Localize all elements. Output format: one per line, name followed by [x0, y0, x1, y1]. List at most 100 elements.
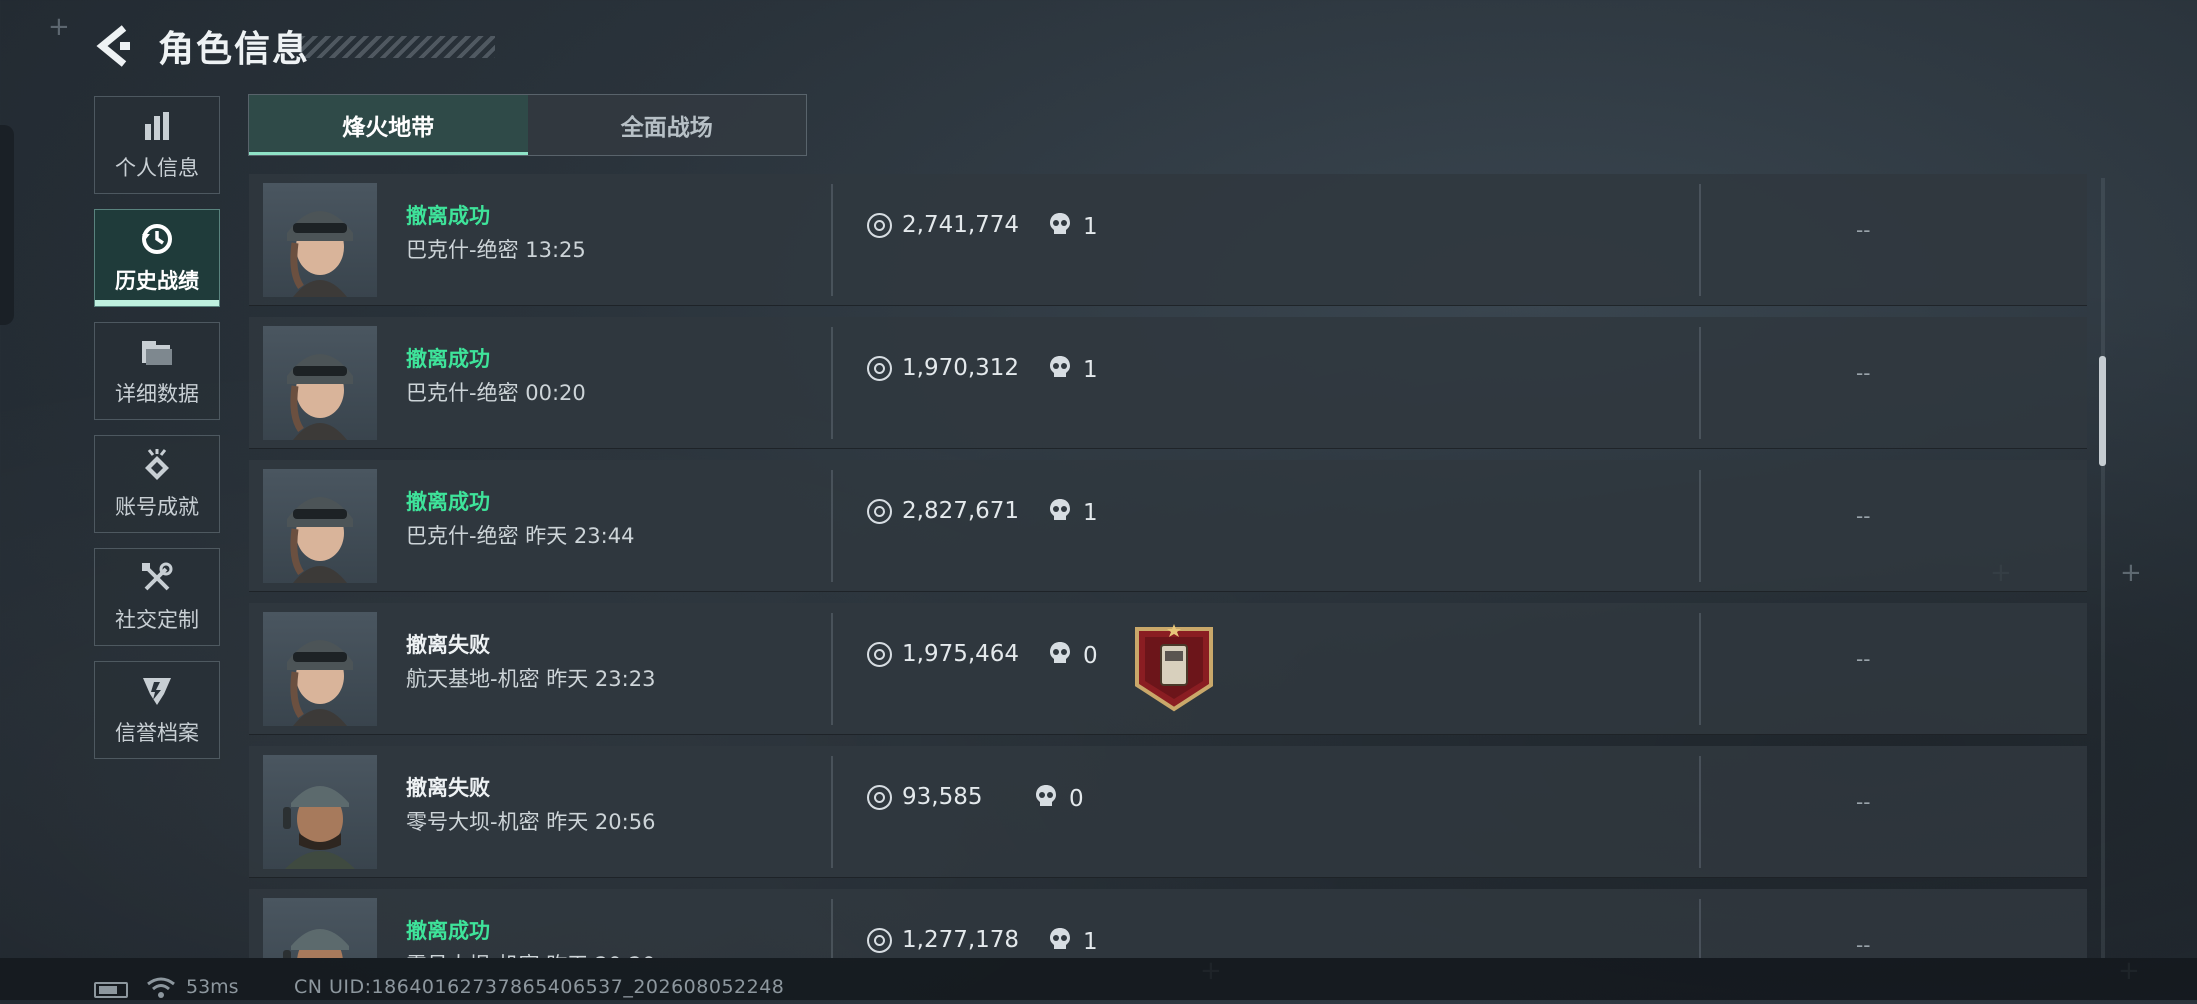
operator-portrait: [263, 183, 377, 297]
sidebar-item-achievements[interactable]: 账号成就: [94, 435, 220, 533]
battery-icon: [94, 982, 128, 998]
skull-icon: [1049, 212, 1071, 242]
sidebar-item-label: 社交定制: [115, 608, 199, 632]
sidebar-item-reputation[interactable]: 信誉档案: [94, 661, 220, 759]
extra-info: --: [1856, 647, 1871, 671]
match-history-list[interactable]: 撤离成功 巴克什-绝密 13:25 2,741,774 1 -- 撤离成功 巴克…: [249, 174, 2087, 958]
back-arrow-icon: [96, 25, 130, 67]
loot-value-text: 2,741,774: [902, 212, 1020, 238]
wrench-screwdriver-icon: [139, 560, 175, 596]
coin-icon: [867, 355, 892, 381]
skull-icon: [1049, 927, 1071, 957]
coin-icon: [867, 498, 892, 524]
coin-icon: [867, 927, 892, 953]
kill-count: 1: [1049, 927, 1098, 957]
loot-value-text: 93,585: [902, 784, 983, 810]
loot-value-text: 2,827,671: [902, 498, 1020, 524]
loot-value-text: 1,975,464: [902, 641, 1020, 667]
female-operator-avatar: [287, 497, 353, 583]
map-and-time: 零号大坝-机密 昨天 20:56: [406, 810, 656, 834]
extraction-status: 撤离成功: [406, 347, 490, 371]
sidebar-item-history[interactable]: 历史战绩: [94, 209, 220, 307]
kill-count-text: 0: [1083, 643, 1098, 669]
crosshair-mark: +: [2120, 558, 2142, 588]
kill-count-text: 1: [1083, 500, 1098, 526]
map-and-time: 巴克什-绝密 13:25: [406, 238, 586, 262]
loot-value: 1,970,312: [867, 355, 1019, 381]
kill-count: 0: [1035, 784, 1084, 814]
extraction-status: 撤离成功: [406, 919, 490, 943]
match-record-row[interactable]: 撤离成功 巴克什-绝密 昨天 23:44 2,827,671 1 --: [249, 460, 2087, 592]
sidebar-item-details[interactable]: 详细数据: [94, 322, 220, 420]
loot-value: 93,585: [867, 784, 982, 810]
coin-icon: [867, 641, 892, 667]
loot-value: 1,277,178: [867, 927, 1019, 953]
column-divider: [1699, 899, 1701, 958]
column-divider: [831, 470, 833, 582]
column-divider: [831, 756, 833, 868]
history-clock-icon: [139, 221, 175, 257]
column-divider: [1699, 327, 1701, 439]
column-divider: [1699, 756, 1701, 868]
tab-all-out-war[interactable]: 全面战场: [528, 95, 807, 155]
match-record-row[interactable]: 撤离成功 巴克什-绝密 13:25 2,741,774 1 --: [249, 174, 2087, 306]
scrollbar-track[interactable]: [2101, 178, 2105, 958]
female-operator-avatar: [287, 354, 353, 440]
kill-count-text: 0: [1069, 786, 1084, 812]
column-divider: [831, 327, 833, 439]
operator-portrait: [263, 326, 377, 440]
crosshair-mark: +: [48, 12, 70, 42]
extra-info: --: [1856, 218, 1871, 242]
extra-info: --: [1856, 933, 1871, 957]
loot-value-text: 1,970,312: [902, 355, 1020, 381]
match-record-row[interactable]: 撤离失败 零号大坝-机密 昨天 20:56 93,585 0 --: [249, 746, 2087, 878]
achievement-icon: [139, 447, 175, 483]
scrollbar-thumb[interactable]: [2099, 356, 2106, 466]
map-and-time: 巴克什-绝密 昨天 23:44: [406, 524, 635, 548]
operator-portrait: [263, 755, 377, 869]
loot-value: 2,827,671: [867, 498, 1019, 524]
map-and-time: 巴克什-绝密 00:20: [406, 381, 586, 405]
tab-conflict-zone[interactable]: 烽火地带: [249, 95, 528, 155]
shield-badge-icon: [139, 673, 175, 709]
sidebar-item-label: 信誉档案: [115, 721, 199, 745]
sidebar-item-label: 账号成就: [115, 495, 199, 519]
female-operator-avatar: [287, 211, 353, 297]
kill-count: 1: [1049, 212, 1098, 242]
extra-info: --: [1856, 790, 1871, 814]
mode-tabs: 烽火地带 全面战场: [248, 94, 807, 156]
red-medal-badge-icon[interactable]: [1129, 623, 1219, 713]
kill-count: 1: [1049, 355, 1098, 385]
skull-icon: [1035, 784, 1057, 814]
title-decoration: [300, 36, 495, 58]
user-uid: CN UID:18640162737865406537_202608052248: [294, 976, 785, 998]
coin-icon: [867, 212, 892, 238]
ping-latency: 53ms: [186, 976, 239, 998]
column-divider: [1699, 470, 1701, 582]
map-and-time: 零号大坝-机密 昨天 20:20: [406, 949, 655, 958]
kill-count: 0: [1049, 641, 1098, 671]
folder-icon: [139, 334, 175, 370]
extraction-status: 撤离失败: [406, 633, 490, 657]
sidebar-item-label: 个人信息: [115, 156, 199, 180]
back-button[interactable]: [94, 22, 138, 70]
map-and-time: 航天基地-机密 昨天 23:23: [406, 667, 656, 691]
match-record-row[interactable]: 撤离成功 零号大坝-机密 昨天 20:20 1,277,178 1 --: [249, 889, 2087, 958]
sidebar-item-social[interactable]: 社交定制: [94, 548, 220, 646]
skull-icon: [1049, 498, 1071, 528]
sidebar-item-profile[interactable]: 个人信息: [94, 96, 220, 194]
loot-value-text: 1,277,178: [902, 927, 1020, 953]
loot-value: 1,975,464: [867, 641, 1019, 667]
coin-icon: [867, 784, 892, 810]
skull-icon: [1049, 641, 1071, 671]
operator-portrait: [263, 469, 377, 583]
column-divider: [831, 613, 833, 725]
column-divider: [1699, 184, 1701, 296]
extraction-status: 撤离失败: [406, 776, 490, 800]
skull-icon: [1049, 355, 1071, 385]
match-record-row[interactable]: 撤离成功 巴克什-绝密 00:20 1,970,312 1 --: [249, 317, 2087, 449]
extra-info: --: [1856, 361, 1871, 385]
match-record-row[interactable]: 撤离失败 航天基地-机密 昨天 23:23 1,975,464 0 --: [249, 603, 2087, 735]
bar-chart-icon: [139, 108, 175, 144]
female-operator-avatar: [287, 640, 353, 726]
